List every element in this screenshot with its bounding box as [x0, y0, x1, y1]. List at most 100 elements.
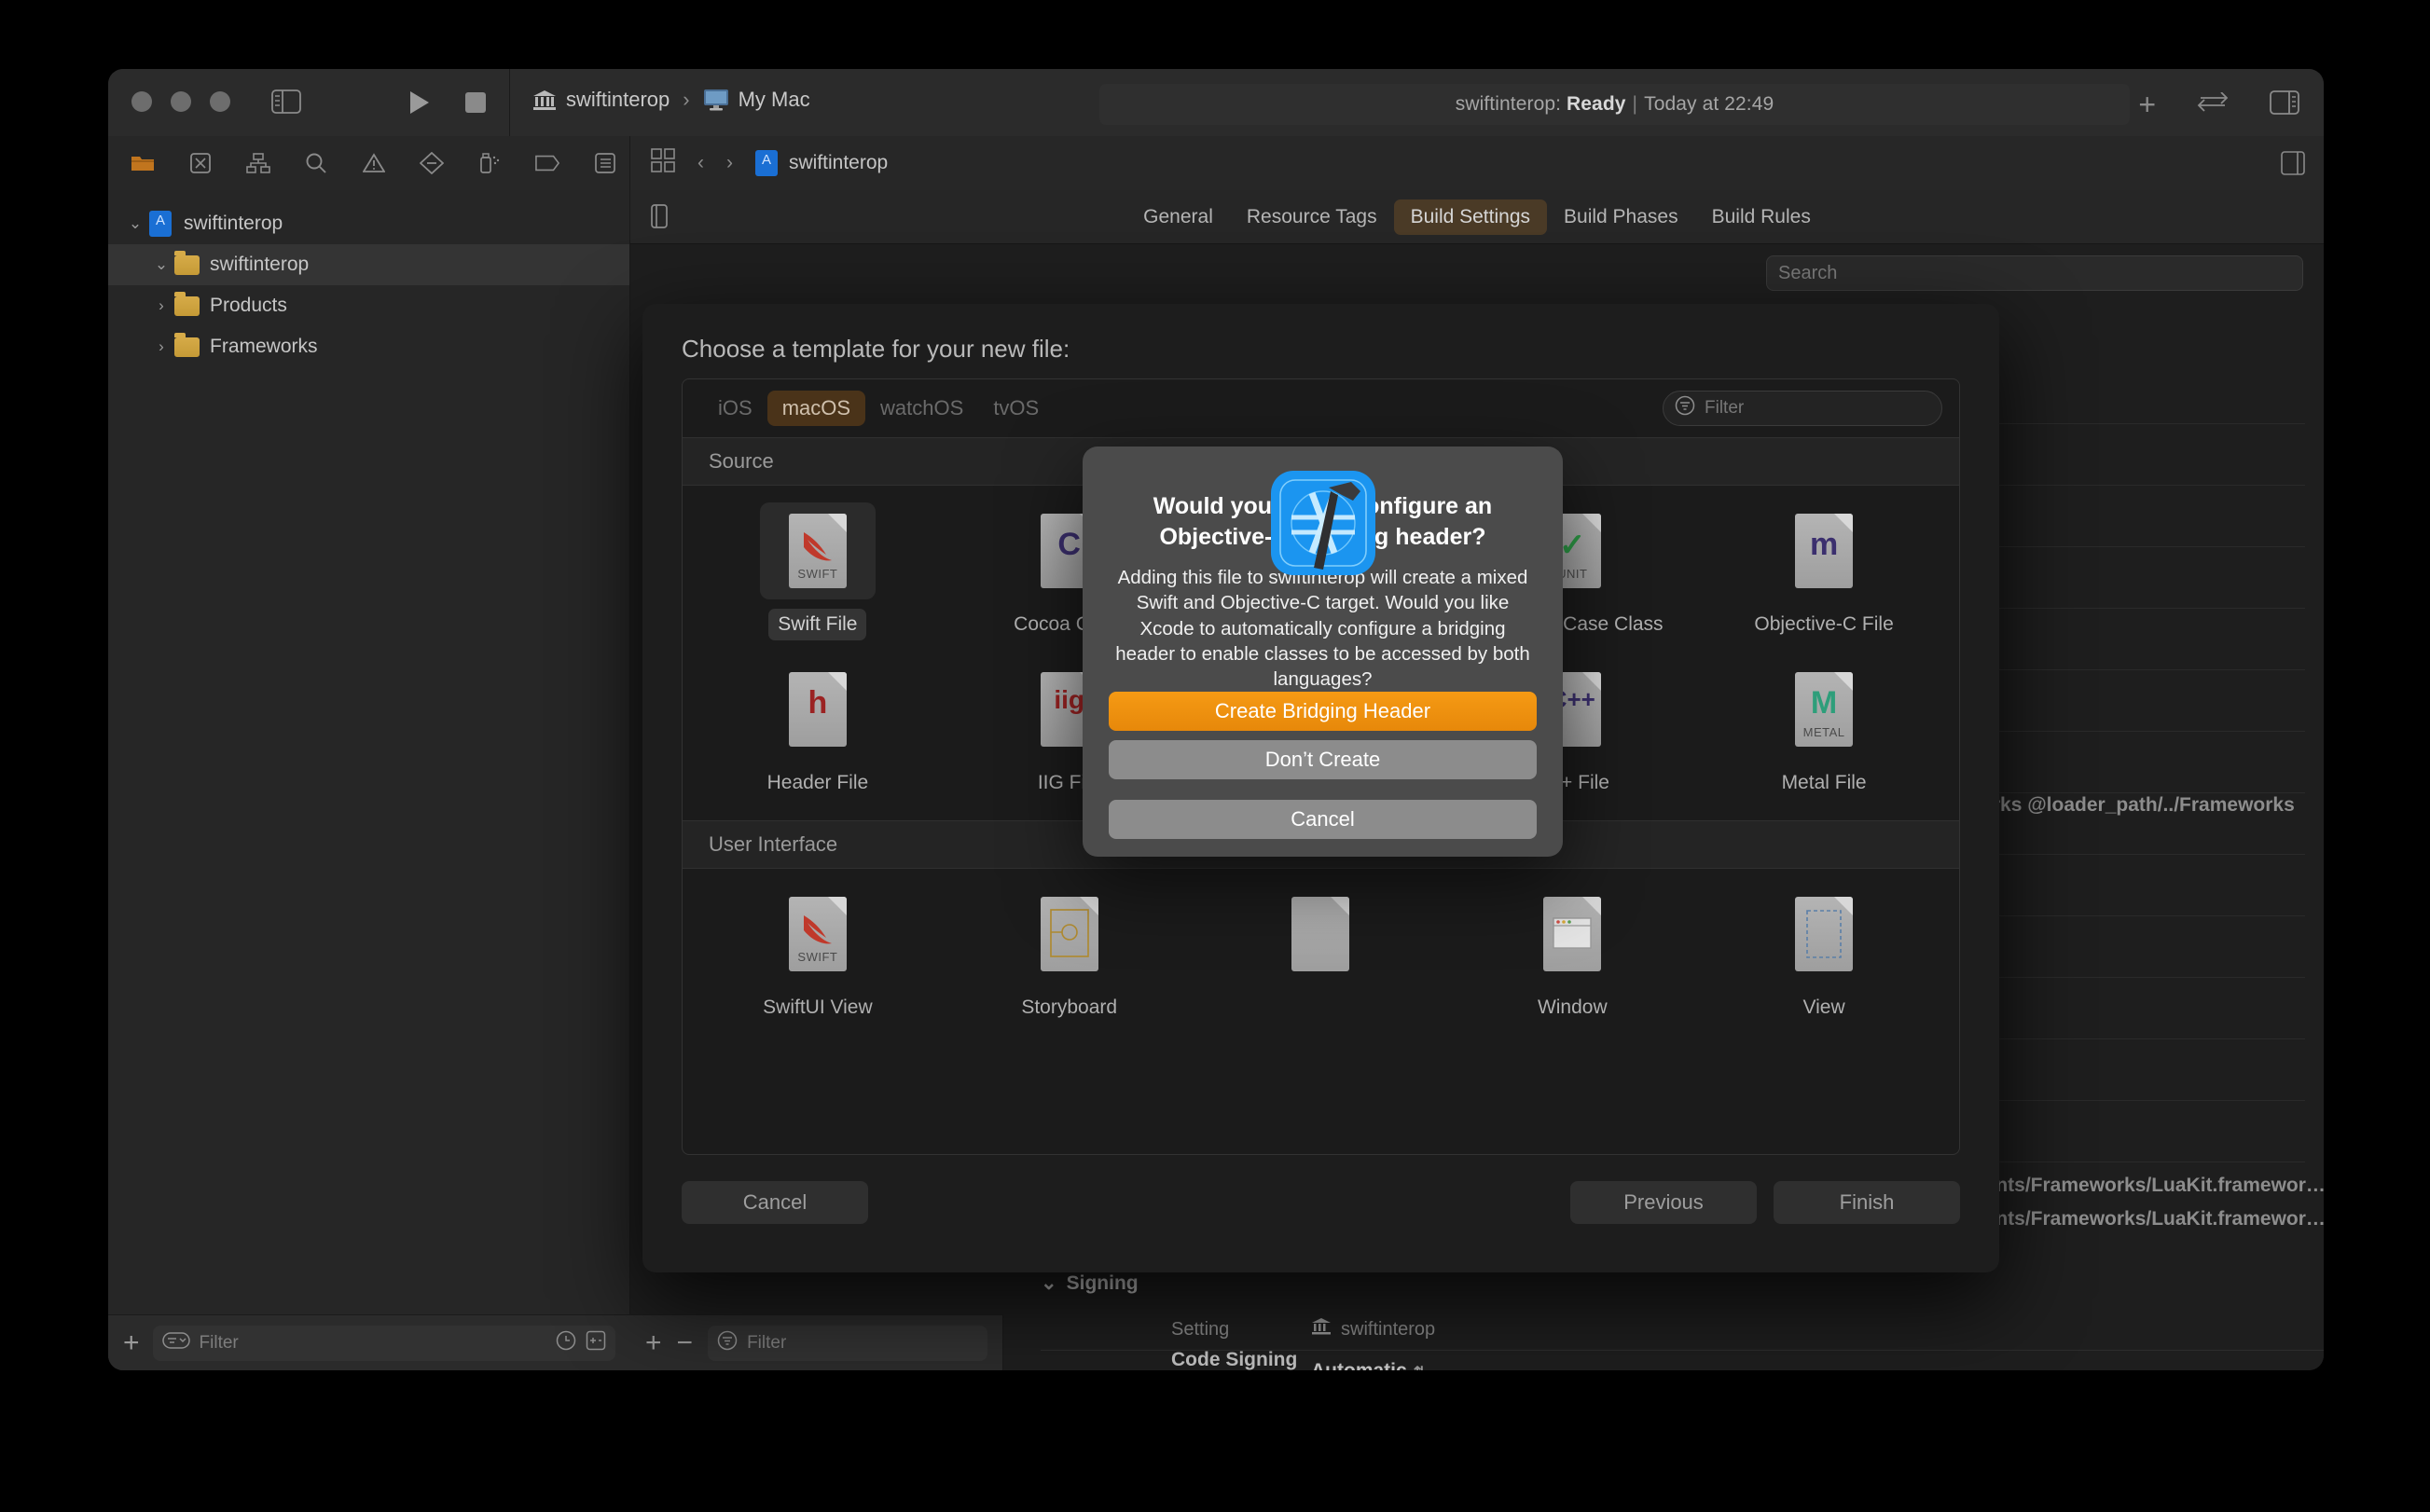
symbol-navigator-icon[interactable] — [246, 151, 270, 175]
status-project: swiftinterop: — [1455, 93, 1562, 115]
template-swiftui-view[interactable]: SWIFT SwiftUI View — [692, 886, 944, 1024]
breakpoint-navigator-icon[interactable] — [535, 151, 559, 175]
setting-value[interactable]: Automatic ⇅ — [1311, 1360, 1426, 1371]
template-header-file[interactable]: h Header File — [692, 661, 944, 799]
tab-build-rules[interactable]: Build Rules — [1695, 199, 1828, 235]
window-icon — [1514, 886, 1630, 983]
template-label: Swift File — [768, 609, 867, 641]
add-button[interactable]: + — [2138, 89, 2156, 119]
clock-icon[interactable] — [556, 1330, 576, 1356]
navigator-pane-toggle-icon[interactable] — [647, 203, 671, 234]
swiftui-view-icon: SWIFT — [760, 886, 876, 983]
report-navigator-icon[interactable] — [593, 151, 617, 175]
filter-options-icon[interactable] — [161, 1331, 190, 1355]
editor-filter-field[interactable]: Filter — [708, 1325, 987, 1361]
alert-button-group: Create Bridging Header Don’t Create Canc… — [1109, 692, 1537, 840]
dont-create-button[interactable]: Don’t Create — [1109, 740, 1537, 780]
sheet-cancel-button[interactable]: Cancel — [682, 1181, 868, 1224]
tab-resource-tags[interactable]: Resource Tags — [1230, 199, 1394, 235]
disclosure-triangle[interactable]: › — [149, 337, 173, 356]
navigator-filter-field[interactable]: Filter — [152, 1325, 615, 1361]
disclosure-triangle[interactable]: ⌄ — [149, 255, 173, 274]
stepper-icon[interactable]: ⇅ — [1414, 1365, 1426, 1371]
storyboard-icon — [1012, 886, 1127, 983]
source-control-navigator-icon[interactable] — [188, 151, 213, 175]
project-navigator-icon[interactable] — [131, 151, 155, 175]
setting-value-text: Automatic — [1311, 1359, 1407, 1371]
tree-row-products[interactable]: › Products — [108, 285, 629, 326]
objc-glyph: m — [1809, 527, 1839, 562]
setting-name: Code Signing Style — [1171, 1348, 1298, 1370]
status-time: Today at 22:49 — [1644, 93, 1774, 115]
tree-row-group-swiftinterop[interactable]: ⌄ swiftinterop — [108, 244, 629, 285]
template-hidden-ui[interactable] — [1195, 886, 1447, 1024]
sheet-previous-button[interactable]: Previous — [1570, 1181, 1757, 1224]
scheme-chevron-icon: › — [683, 88, 690, 111]
inspector-toggle-icon[interactable] — [2270, 89, 2299, 119]
disclosure-triangle[interactable]: › — [149, 296, 173, 315]
template-metal-file[interactable]: Μ METAL Metal File — [1698, 661, 1950, 799]
filter-tail-icons — [556, 1330, 606, 1356]
add-setting-button[interactable]: + — [645, 1328, 662, 1357]
window-toolbar: swiftinterop › My Mac swiftinterop: Read… — [108, 69, 2324, 136]
signing-section-header[interactable]: ⌄ Signing — [1041, 1271, 1139, 1295]
traffic-lights — [131, 91, 230, 112]
back-button[interactable]: ‹ — [697, 152, 704, 174]
create-bridging-header-button[interactable]: Create Bridging Header — [1109, 692, 1537, 732]
metal-sub-label: METAL — [1802, 725, 1845, 740]
stop-button[interactable] — [464, 91, 487, 114]
signing-disclosure-icon[interactable]: ⌄ — [1041, 1271, 1057, 1295]
breadcrumb[interactable]: swiftinterop — [755, 150, 888, 176]
tab-build-phases[interactable]: Build Phases — [1547, 199, 1695, 235]
tab-general[interactable]: General — [1126, 199, 1230, 235]
project-file-icon — [755, 150, 778, 176]
scheme-selector[interactable]: swiftinterop › My Mac — [532, 88, 810, 112]
editor-layout-icon[interactable] — [651, 148, 675, 178]
zoom-button[interactable] — [210, 91, 230, 112]
test-navigator-icon[interactable] — [420, 151, 444, 175]
tree-row-project[interactable]: ⌄ swiftinterop — [108, 203, 629, 244]
add-file-button[interactable]: + — [123, 1328, 140, 1357]
template-swift-file[interactable]: SWIFT Swift File — [692, 502, 944, 641]
minimize-button[interactable] — [171, 91, 191, 112]
swift-file-sub-label: SWIFT — [797, 567, 838, 581]
view-icon — [1766, 886, 1882, 983]
template-window[interactable]: Window — [1446, 886, 1698, 1024]
platform-ios[interactable]: iOS — [703, 391, 767, 426]
filter-circle-icon — [717, 1330, 738, 1356]
tree-row-frameworks[interactable]: › Frameworks — [108, 326, 629, 367]
issue-navigator-warning-icon[interactable] — [362, 151, 386, 175]
forward-button[interactable]: › — [726, 152, 733, 174]
find-navigator-search-icon[interactable] — [304, 151, 328, 175]
debug-navigator-icon[interactable] — [477, 151, 502, 175]
folder-icon — [173, 250, 200, 278]
sidebar-toggle-icon[interactable] — [271, 89, 301, 114]
remove-setting-button[interactable]: − — [677, 1328, 694, 1357]
platform-macos[interactable]: macOS — [766, 391, 866, 426]
source-control-filter-icon[interactable] — [586, 1330, 606, 1356]
template-objective-c-file[interactable]: m Objective-C File — [1698, 502, 1950, 640]
library-icon[interactable] — [2197, 90, 2229, 117]
tab-build-settings[interactable]: Build Settings — [1393, 199, 1548, 235]
my-mac-icon — [703, 89, 729, 111]
close-button[interactable] — [131, 91, 152, 112]
template-view[interactable]: View — [1698, 886, 1950, 1024]
alert-cancel-button[interactable]: Cancel — [1109, 800, 1537, 840]
sheet-footer: Cancel Previous Finish — [642, 1155, 1999, 1272]
sheet-finish-button[interactable]: Finish — [1774, 1181, 1960, 1224]
platform-tvos[interactable]: tvOS — [978, 391, 1054, 426]
platform-watchos[interactable]: watchOS — [865, 391, 978, 426]
signing-table-header: Setting swiftinterop — [1041, 1309, 2324, 1350]
disclosure-triangle[interactable]: ⌄ — [123, 214, 147, 233]
run-button[interactable] — [407, 89, 433, 116]
editor-options-icon[interactable] — [2281, 151, 2305, 180]
template-filter-field[interactable]: Filter — [1663, 391, 1942, 426]
search-input[interactable]: Search — [1766, 255, 2303, 291]
template-label — [1311, 992, 1330, 999]
target-name-label: swiftinterop — [1341, 1318, 1436, 1340]
table-row-code-signing-style[interactable]: Code Signing Style Automatic ⇅ — [1041, 1348, 2324, 1371]
editor-filter-bar: + − Filter — [630, 1314, 1003, 1370]
header-glyph: h — [808, 685, 828, 722]
build-setting-value-luakit-2: ontents/Frameworks/LuaKit.framewor… — [1954, 1208, 2324, 1230]
template-storyboard[interactable]: Storyboard — [944, 886, 1195, 1024]
